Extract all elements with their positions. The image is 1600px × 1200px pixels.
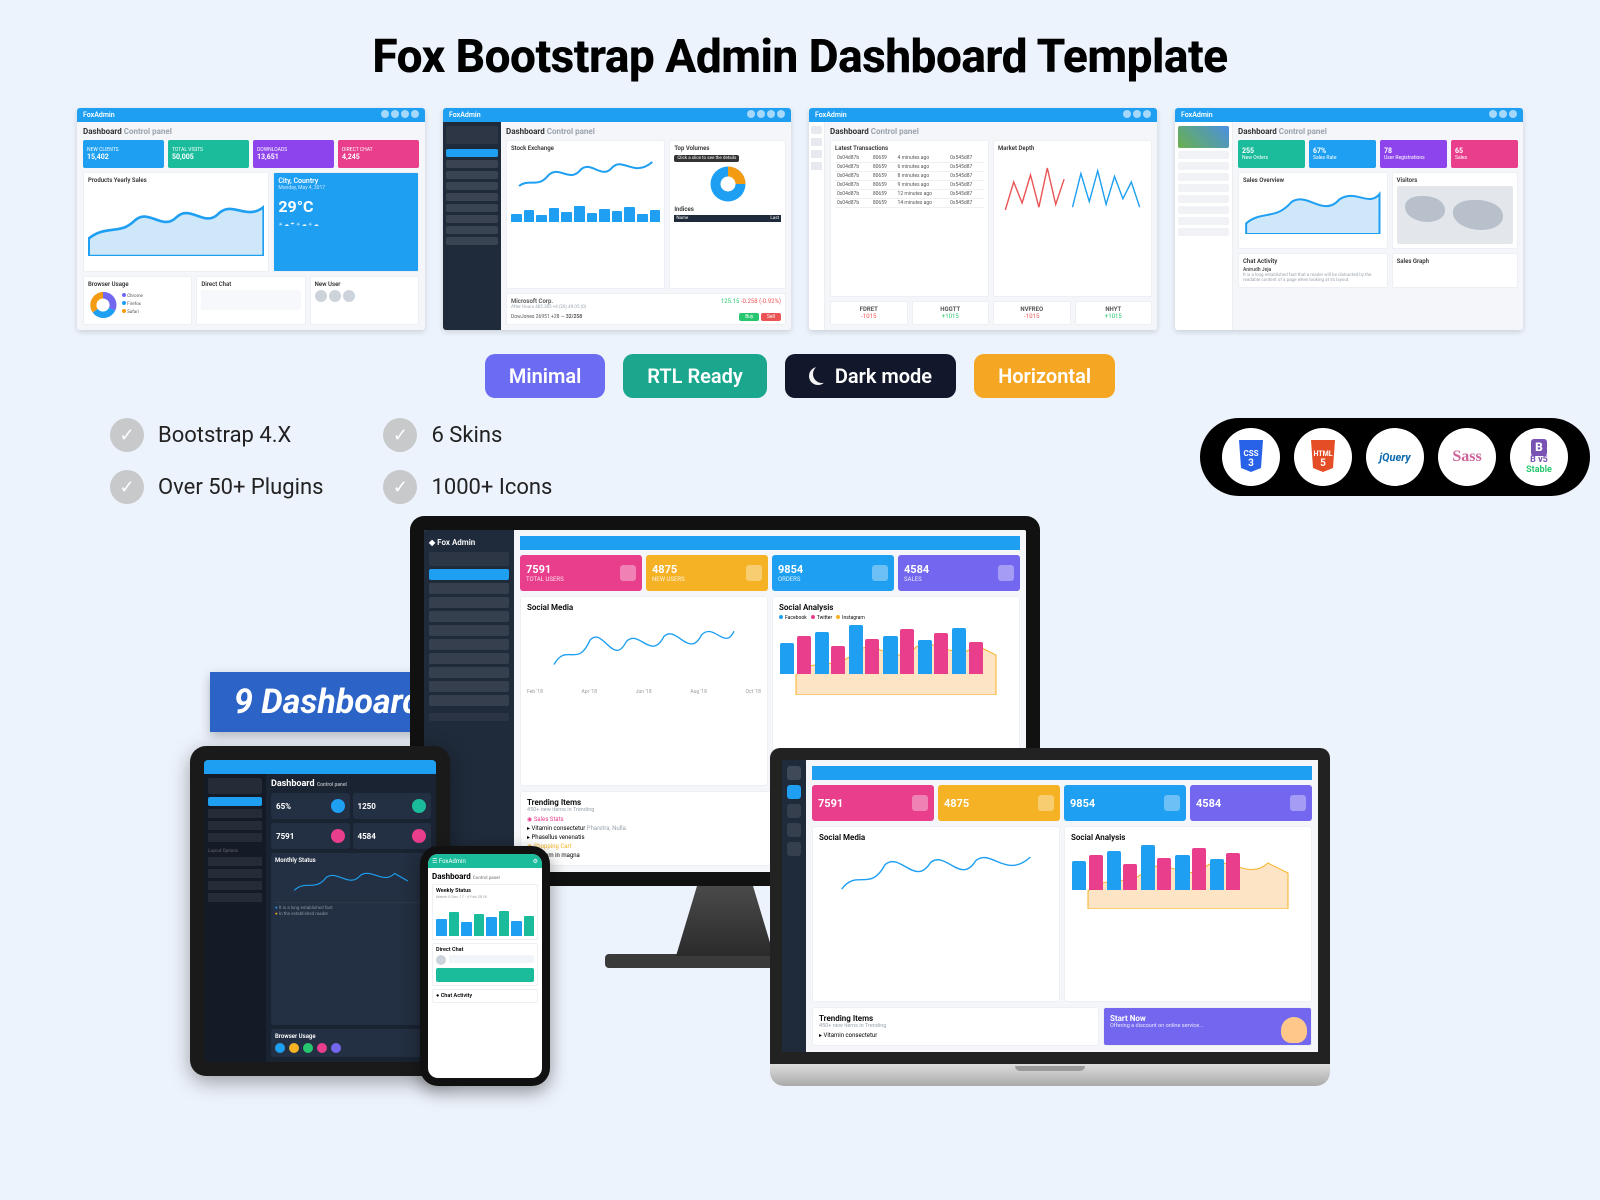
ticker-symbol: HGGTT	[940, 306, 960, 313]
ticker-symbol: FDRET	[860, 306, 878, 313]
startnow-title: Start Now	[1110, 1014, 1305, 1023]
features-section: ✓Bootstrap 4.X ✓Over 50+ Plugins ✓6 Skin…	[110, 418, 1560, 504]
dash-title: Dashboard	[506, 127, 545, 136]
page-title: Fox Bootstrap Admin Dashboard Template	[40, 30, 1560, 84]
card-title: Top Volumes	[674, 145, 781, 152]
check-icon: ✓	[383, 418, 417, 452]
chart-icon	[998, 565, 1014, 581]
device-mockups: 9 Dashboard ◆ Fox Admin 7591TOTAL USERS …	[40, 516, 1560, 1076]
ticker-symbol: NHYT	[1105, 306, 1121, 313]
legend-item: Chrome	[127, 294, 143, 299]
brand: Fox Admin	[437, 538, 475, 547]
card-title: Direct Chat	[201, 281, 300, 288]
brand: FoxAdmin	[815, 111, 847, 119]
card-title: Direct Chat	[436, 947, 534, 953]
thumb-crypto: FoxAdmin Dashboard Control panel Latest …	[809, 108, 1157, 330]
bootstrap5-icon: BB v5Stable	[1510, 428, 1568, 486]
moon-icon	[809, 367, 827, 385]
user-icon	[620, 565, 636, 581]
card-title: Products Yearly Sales	[88, 177, 264, 184]
card-title: Browser Usage	[275, 1033, 427, 1040]
stat-value: 50,005	[172, 153, 245, 161]
brand: FoxAdmin	[1181, 111, 1213, 119]
cart-icon	[872, 565, 888, 581]
svg-text:CSS: CSS	[1243, 449, 1258, 458]
weather-temp: 29°C	[278, 197, 414, 216]
card-title: Trending Items	[527, 798, 792, 807]
card-title: Social Analysis	[1071, 833, 1305, 842]
card-title: Social Media	[819, 833, 1053, 842]
brand: FoxAdmin	[449, 111, 481, 119]
check-icon: ✓	[110, 470, 144, 504]
weather-date: Monday, May 4, 2017	[278, 185, 414, 191]
thumb-dark-stock: FoxAdmin Dashboard Control panel Stock E…	[443, 108, 791, 330]
card-title: Indices	[674, 206, 781, 213]
card-title: Market Depth	[998, 145, 1147, 152]
html5-icon: HTML5	[1294, 428, 1352, 486]
legend-item: Safari	[127, 310, 139, 315]
legend-item: Firefox	[127, 302, 141, 307]
sass-icon: Sass	[1438, 428, 1496, 486]
card-title: Chat Activity	[441, 993, 472, 999]
check-icon: ✓	[110, 418, 144, 452]
card-title: Visitors	[1397, 177, 1513, 184]
svg-text:5: 5	[1320, 458, 1326, 469]
laptop-mockup: 7591 4875 9854 4584 Social Media Social …	[770, 748, 1330, 1086]
card-title: Trending Items	[819, 1014, 1092, 1023]
svg-text:3: 3	[1248, 458, 1254, 469]
card-title: Social Analysis	[779, 603, 1013, 612]
feature-item: ✓Over 50+ Plugins	[110, 470, 323, 504]
hint: Click a slice to see the details	[674, 155, 739, 162]
dash-sub: Control panel	[124, 127, 172, 136]
card-title: Chat Activity	[1243, 258, 1383, 265]
css3-icon: CSS3	[1222, 428, 1280, 486]
thumbnail-row: FoxAdmin Dashboard Control panel NEW CLI…	[40, 108, 1560, 330]
transactions-table: 0x04d87b806594 minutes ago0x545d87 0x04d…	[835, 154, 984, 208]
pill-dark[interactable]: Dark mode	[785, 354, 956, 398]
plus-icon	[746, 565, 762, 581]
variant-pills: Minimal RTL Ready Dark mode Horizontal	[40, 354, 1560, 398]
thumb-light-dashboard: FoxAdmin Dashboard Control panel NEW CLI…	[77, 108, 425, 330]
svg-text:HTML: HTML	[1313, 450, 1332, 458]
stat-value: 13,651	[257, 153, 330, 161]
buy-button[interactable]: Buy	[739, 313, 759, 321]
tablet-mockup: Layout Options Dashboard Control panel 6…	[190, 746, 450, 1076]
card-title: Browser Usage	[88, 281, 187, 288]
pill-minimal[interactable]: Minimal	[485, 354, 605, 398]
feature-item: ✓6 Skins	[383, 418, 552, 452]
feature-item: ✓Bootstrap 4.X	[110, 418, 323, 452]
card-title: Stock Exchange	[511, 145, 660, 152]
phone-mockup: ☰ FoxAdmin⚙ Dashboard Control panel Week…	[420, 846, 550, 1086]
pill-horizontal[interactable]: Horizontal	[974, 354, 1115, 398]
card-title: Sales Graph	[1397, 258, 1513, 265]
tech-strip: CSS3 HTML5 jQuery Sass BB v5Stable	[1200, 418, 1590, 496]
stat-value: 4,245	[342, 153, 415, 161]
thumb-sidebar-light: FoxAdmin Dashboard Control panel 255New …	[1175, 108, 1523, 330]
stat-value: 15,402	[87, 153, 160, 161]
brand: FoxAdmin	[83, 111, 115, 119]
check-icon: ✓	[383, 470, 417, 504]
pill-rtl[interactable]: RTL Ready	[623, 354, 767, 398]
jquery-icon: jQuery	[1366, 428, 1424, 486]
feature-item: ✓1000+ Icons	[383, 470, 552, 504]
card-title: Social Media	[527, 603, 761, 612]
stat-value: 7591	[526, 563, 564, 576]
sell-button[interactable]: Sell	[761, 313, 781, 321]
company: Microsoft Corp.	[511, 298, 553, 305]
card-title: Sales Overview	[1243, 177, 1383, 184]
dash-title: Dashboard	[83, 127, 122, 136]
card-title: Monthly Status	[275, 857, 427, 864]
weather-city: City, Country	[278, 177, 414, 185]
card-title: New User	[315, 281, 414, 288]
card-title: Latest Transactions	[835, 145, 984, 152]
ticker-symbol: NVFREO	[1020, 306, 1043, 313]
